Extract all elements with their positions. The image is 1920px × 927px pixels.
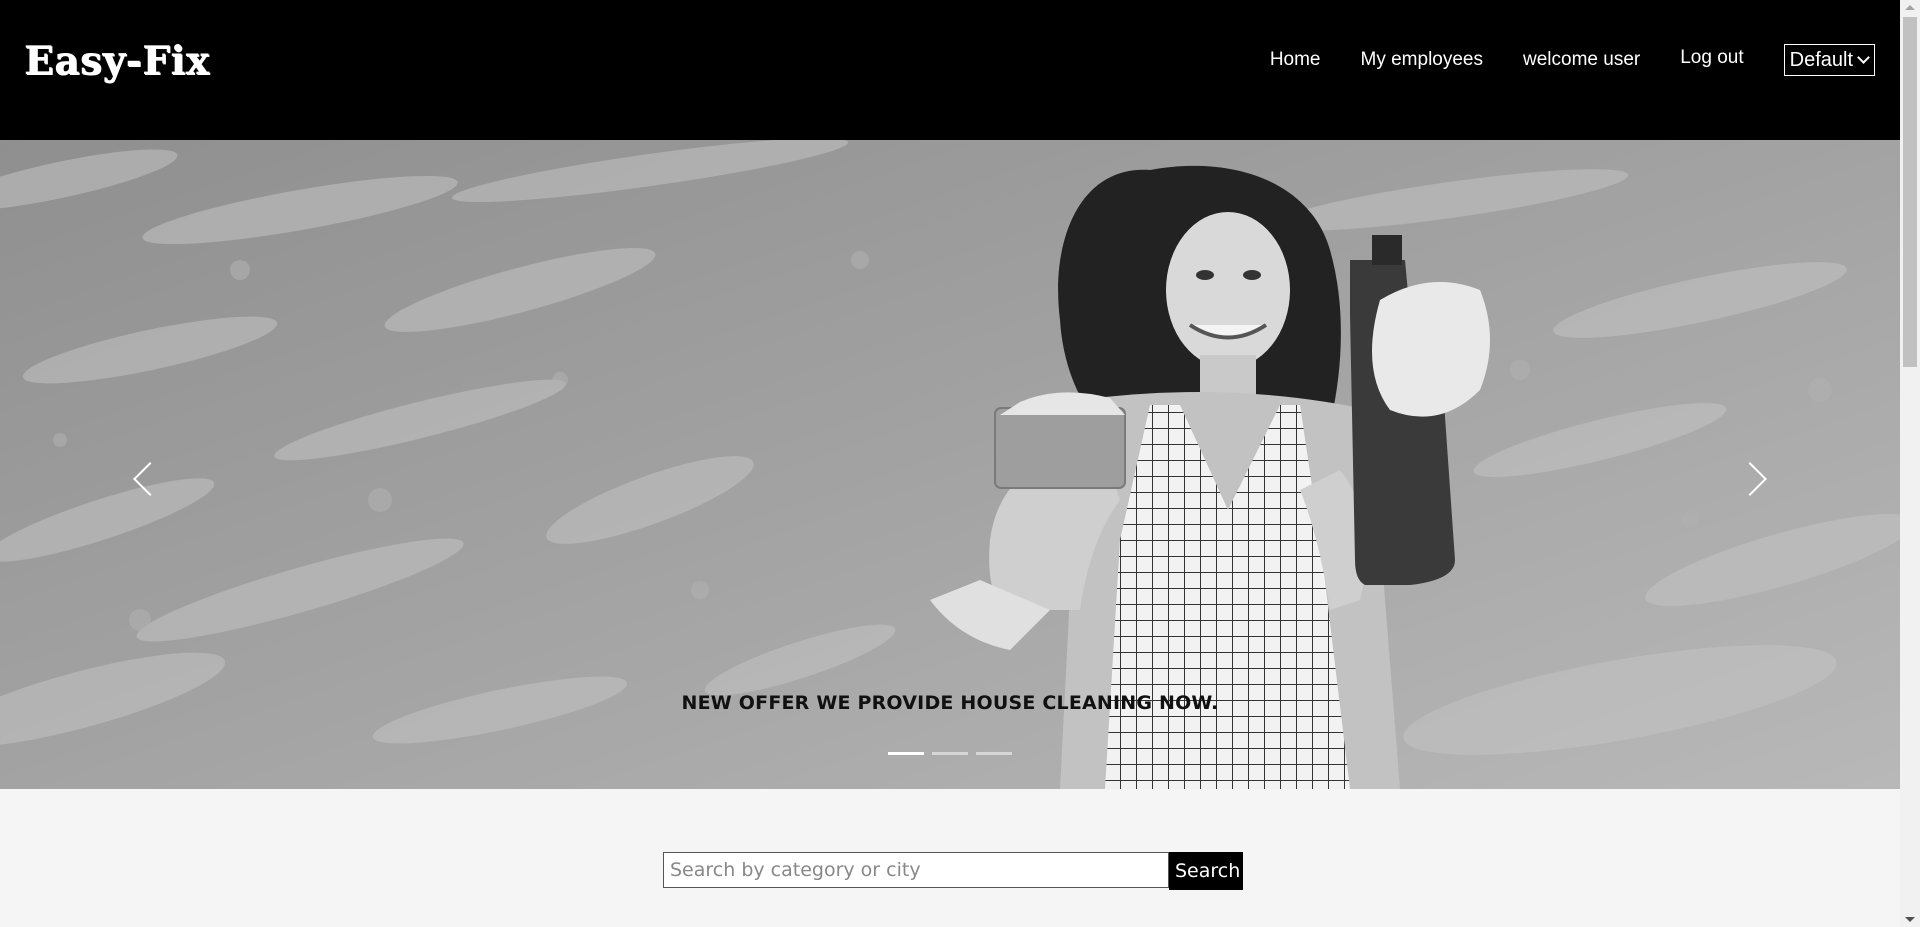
scroll-up-icon[interactable] [1905,5,1915,10]
page-scrollbar[interactable] [1900,0,1920,927]
carousel-prev-button[interactable] [116,453,168,505]
chevron-right-icon [1733,462,1767,496]
search-bar: Search [663,852,1243,890]
chevron-left-icon [133,462,167,496]
search-input[interactable] [663,852,1169,888]
nav-home-link[interactable]: Home [1270,49,1321,71]
chevron-down-icon [1857,50,1870,64]
hero-carousel: NEW OFFER WE PROVIDE HOUSE CLEANING NOW. [0,140,1900,789]
scrollbar-thumb[interactable] [1903,17,1917,367]
nav-employees-link[interactable]: My employees [1361,49,1484,71]
nav-welcome-user[interactable]: welcome user [1523,49,1640,71]
carousel-indicator-1[interactable] [888,752,924,755]
search-button[interactable]: Search [1169,852,1243,890]
language-select-value: Default [1789,48,1853,71]
carousel-caption: NEW OFFER WE PROVIDE HOUSE CLEANING NOW. [681,692,1219,714]
carousel-indicators [0,752,1900,755]
nav-links: Home My employees welcome user Log out D… [1270,0,1900,120]
carousel-next-button[interactable] [1730,453,1782,505]
scroll-down-icon[interactable] [1905,917,1915,922]
carousel-indicator-2[interactable] [932,752,968,755]
brand-logo[interactable]: Easy-Fix [24,38,210,84]
carousel-indicator-3[interactable] [976,752,1012,755]
nav-logout-link[interactable]: Log out [1680,47,1743,69]
language-select[interactable]: Default [1783,44,1875,76]
page: Easy-Fix Home My employees welcome user … [0,0,1900,927]
navbar: Easy-Fix Home My employees welcome user … [0,0,1900,140]
